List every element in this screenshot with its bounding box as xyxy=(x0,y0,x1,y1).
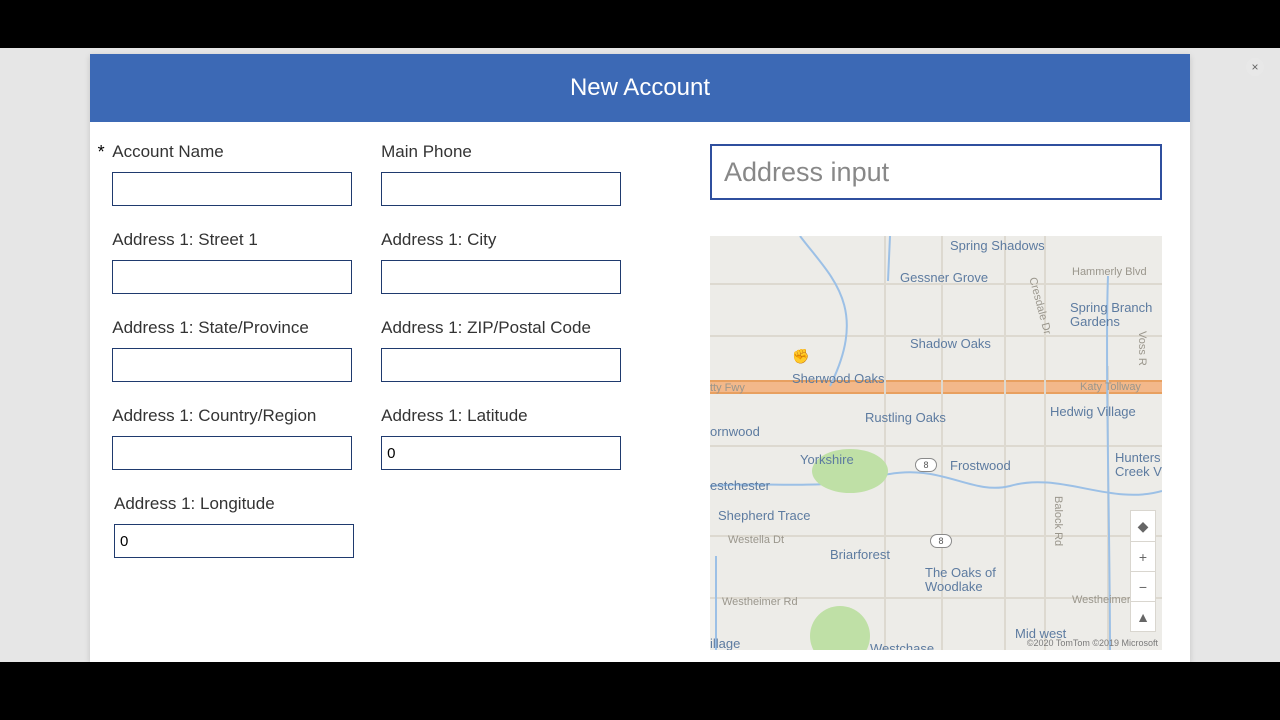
map-place-estchester: estchester xyxy=(710,478,770,493)
close-button[interactable]: × xyxy=(1246,58,1264,76)
zip-input[interactable] xyxy=(381,348,621,382)
map-place-shadow-oaks: Shadow Oaks xyxy=(910,336,991,351)
map-panel: ✊ Spring Shadows Gessner Grove Spring Br… xyxy=(710,144,1162,650)
minus-icon: − xyxy=(1139,579,1147,595)
dialog-title: New Account xyxy=(90,54,1190,122)
city-input[interactable] xyxy=(381,260,621,294)
map-road-katy-tollway: Katy Tollway xyxy=(1080,381,1141,393)
locate-icon: ◆ xyxy=(1138,518,1149,535)
longitude-label: Address 1: Longitude xyxy=(114,494,404,514)
account-name-input[interactable] xyxy=(112,172,352,206)
route-shield-icon: 8 xyxy=(930,534,952,548)
map-controls: ◆ + − ▲ xyxy=(1130,510,1156,632)
main-phone-input[interactable] xyxy=(381,172,621,206)
map-place-oaks-woodlake: The Oaks of Woodlake xyxy=(925,566,996,594)
map-place-rustling-oaks: Rustling Oaks xyxy=(865,410,946,425)
city-label: Address 1: City xyxy=(381,230,650,250)
account-name-label: Account Name xyxy=(112,142,381,162)
map[interactable]: ✊ Spring Shadows Gessner Grove Spring Br… xyxy=(710,236,1162,650)
latitude-input[interactable] xyxy=(381,436,621,470)
map-place-shepherd-trace: Shepherd Trace xyxy=(718,508,811,523)
street1-input[interactable] xyxy=(112,260,352,294)
zip-label: Address 1: ZIP/Postal Code xyxy=(381,318,650,338)
map-place-sherwood-oaks: Sherwood Oaks xyxy=(792,371,885,386)
street1-label: Address 1: Street 1 xyxy=(112,230,381,250)
map-place-hedwig-village: Hedwig Village xyxy=(1050,404,1136,419)
dialog-body: * Account Name Main Phone Address 1: Str… xyxy=(90,122,1190,662)
route-shield-icon: 8 xyxy=(915,458,937,472)
map-place-spring-shadows: Spring Shadows xyxy=(950,238,1045,253)
map-place-yorkshire: Yorkshire xyxy=(800,452,854,467)
main-phone-label: Main Phone xyxy=(381,142,650,162)
new-account-dialog: New Account * Account Name Main Phone xyxy=(90,54,1190,662)
map-place-westchase: Westchase xyxy=(870,641,934,650)
map-place-frostwood: Frostwood xyxy=(950,458,1011,473)
map-road-balock: Balock Rd xyxy=(1052,496,1064,546)
state-input[interactable] xyxy=(112,348,352,382)
map-place-ornwood: ornwood xyxy=(710,424,760,439)
required-marker: * xyxy=(90,142,112,230)
map-zoom-in-button[interactable]: + xyxy=(1131,541,1155,571)
map-place-briarforest: Briarforest xyxy=(830,547,890,562)
map-tilt-button[interactable]: ▲ xyxy=(1131,601,1155,631)
map-place-village: illage xyxy=(710,636,740,650)
map-attribution: ©2020 TomTom ©2019 Microsoft xyxy=(1027,638,1158,648)
form-area: * Account Name Main Phone Address 1: Str… xyxy=(90,142,650,582)
letterbox-top xyxy=(0,0,1280,48)
map-road-voss: Voss R xyxy=(1136,331,1148,366)
tilt-icon: ▲ xyxy=(1136,609,1150,625)
map-place-gessner-grove: Gessner Grove xyxy=(900,270,988,285)
address-search-input[interactable] xyxy=(710,144,1162,200)
map-place-spring-branch-gardens: Spring Branch Gardens xyxy=(1070,301,1152,329)
state-label: Address 1: State/Province xyxy=(112,318,381,338)
close-icon: × xyxy=(1251,60,1258,74)
map-place-hunters-creek: Hunters Creek Villa xyxy=(1115,451,1162,479)
map-road-westheimer: Westheimer Rd xyxy=(722,596,798,608)
plus-icon: + xyxy=(1139,549,1147,565)
map-road-tty-fwy: tty Fwy xyxy=(710,382,745,394)
map-road-hammerly: Hammerly Blvd xyxy=(1072,266,1147,278)
country-input[interactable] xyxy=(112,436,352,470)
map-road-westella: Westella Dt xyxy=(728,534,784,546)
map-locate-button[interactable]: ◆ xyxy=(1131,511,1155,541)
letterbox-bottom xyxy=(0,662,1280,720)
country-label: Address 1: Country/Region xyxy=(112,406,381,426)
map-zoom-out-button[interactable]: − xyxy=(1131,571,1155,601)
page-background: New Account * Account Name Main Phone xyxy=(0,48,1280,662)
latitude-label: Address 1: Latitude xyxy=(381,406,650,426)
longitude-input[interactable] xyxy=(114,524,354,558)
